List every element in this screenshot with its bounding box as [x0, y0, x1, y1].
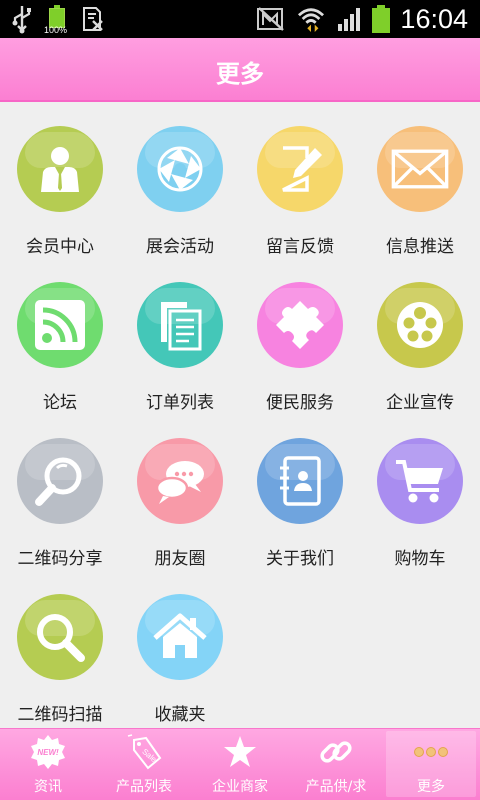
- bottom-nav: NEW! 资讯 Sale 产品列表 企业商家 产品供/求 更多: [0, 728, 480, 800]
- nav-item-news[interactable]: NEW! 资讯: [0, 729, 96, 800]
- mute-icon: [257, 7, 285, 31]
- grid-item-qr-share[interactable]: 二维码分享: [0, 416, 120, 572]
- nav-item-merchants[interactable]: 企业商家: [192, 729, 288, 800]
- grid-item-label: 展会活动: [146, 237, 214, 257]
- sd-card-icon: [83, 7, 103, 31]
- info-push-circle: [377, 126, 463, 212]
- grid-item-info-push[interactable]: 信息推送: [360, 104, 480, 260]
- status-bar-left: 100%: [10, 4, 106, 35]
- link-icon: [320, 741, 352, 763]
- nav-label: 产品供/求: [305, 779, 367, 795]
- qr-scan-circle: [17, 594, 103, 680]
- more-dots-icon: [414, 747, 448, 757]
- grid-item-about-us[interactable]: 关于我们: [240, 416, 360, 572]
- grid-item-member-center[interactable]: 会员中心: [0, 104, 120, 260]
- grid-item-label: 购物车: [394, 549, 446, 569]
- nav-label: 产品列表: [116, 779, 172, 795]
- status-bar: 100% 16:04: [0, 0, 480, 38]
- grid-item-label: 二维码扫描: [17, 705, 103, 725]
- grid-item-favorites[interactable]: 收藏夹: [120, 572, 240, 728]
- shopping-cart-icon: [396, 460, 443, 503]
- grid-item-exhibition[interactable]: 展会活动: [120, 104, 240, 260]
- status-bar-right: 16:04: [256, 2, 468, 36]
- grid-item-order-list[interactable]: 订单列表: [120, 260, 240, 416]
- battery-full-icon: 100%: [44, 4, 68, 35]
- grid-item-label: 订单列表: [146, 393, 214, 413]
- grid-item-label: 便民服务: [266, 393, 334, 413]
- grid-item-label: 收藏夹: [154, 705, 206, 725]
- mail-icon: [391, 149, 449, 189]
- moments-circle: [137, 438, 223, 524]
- nav-label: 资讯: [34, 779, 62, 795]
- grid-item-label: 留言反馈: [266, 237, 334, 257]
- grid-item-convenience[interactable]: 便民服务: [240, 260, 360, 416]
- rss-icon: [35, 300, 85, 350]
- convenience-circle: [257, 282, 343, 368]
- nav-item-supply-demand[interactable]: 产品供/求: [288, 729, 384, 800]
- nav-label: 更多: [417, 779, 445, 795]
- battery-icon: [372, 5, 391, 33]
- magnifier-icon: [35, 457, 82, 506]
- page-title: 更多: [216, 60, 264, 88]
- home-icon: [153, 613, 207, 658]
- signal-icon: [338, 8, 361, 31]
- contact-book-icon: [280, 456, 321, 506]
- document-list-icon: [161, 302, 202, 351]
- usb-icon: [12, 6, 31, 34]
- exhibition-circle: [137, 126, 223, 212]
- feedback-circle: [257, 126, 343, 212]
- clock: 16:04: [400, 4, 468, 34]
- search-icon: [37, 614, 85, 662]
- member-icon: [41, 147, 79, 192]
- grid-item-cart[interactable]: 购物车: [360, 416, 480, 572]
- grid-item-label: 二维码分享: [17, 549, 103, 569]
- puzzle-icon: [276, 301, 324, 349]
- promotion-circle: [377, 282, 463, 368]
- film-reel-icon: [397, 302, 443, 348]
- svg-text:NEW!: NEW!: [37, 748, 59, 757]
- about-us-circle: [257, 438, 343, 524]
- member-circle: [17, 126, 103, 212]
- grid-item-label: 信息推送: [386, 237, 454, 257]
- chat-bubbles-icon: [155, 461, 204, 504]
- order-list-circle: [137, 282, 223, 368]
- new-badge-icon: NEW!: [31, 735, 65, 769]
- battery-percent: 100%: [44, 25, 68, 35]
- grid-item-label: 会员中心: [26, 237, 94, 257]
- grid-item-qr-scan[interactable]: 二维码扫描: [0, 572, 120, 728]
- forum-circle: [17, 282, 103, 368]
- nav-item-product-list[interactable]: Sale 产品列表: [96, 729, 192, 800]
- qr-share-circle: [17, 438, 103, 524]
- feedback-icon: [282, 146, 322, 192]
- nav-item-more[interactable]: 更多: [386, 731, 476, 797]
- feature-grid: 会员中心 展会活动 留言反馈 信息推送 论坛 订单列表 便民服务 企业宣传 二维…: [0, 104, 480, 728]
- cart-circle: [377, 438, 463, 524]
- title-bar: 更多: [0, 38, 480, 102]
- grid-item-moments[interactable]: 朋友圈: [120, 416, 240, 572]
- grid-item-label: 企业宣传: [386, 393, 454, 413]
- grid-item-forum[interactable]: 论坛: [0, 260, 120, 416]
- grid-item-label: 论坛: [43, 393, 77, 413]
- star-icon: [224, 736, 256, 767]
- grid-item-feedback[interactable]: 留言反馈: [240, 104, 360, 260]
- nav-label: 企业商家: [212, 779, 268, 795]
- exhibition-icon: [157, 146, 203, 192]
- favorites-circle: [137, 594, 223, 680]
- wifi-icon: [298, 8, 325, 32]
- grid-item-promotion[interactable]: 企业宣传: [360, 260, 480, 416]
- sale-tag-icon: Sale: [127, 734, 162, 770]
- grid-item-label: 朋友圈: [154, 549, 206, 569]
- grid-item-label: 关于我们: [266, 549, 334, 569]
